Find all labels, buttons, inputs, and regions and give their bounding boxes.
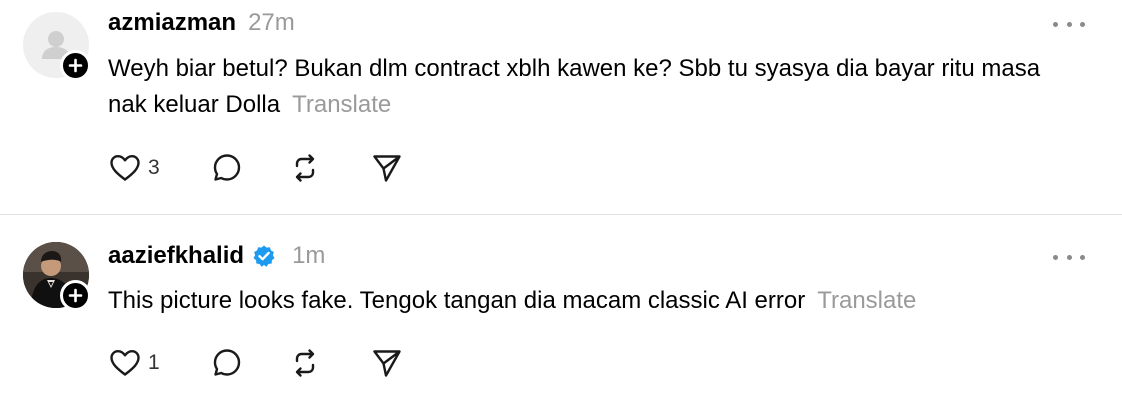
timestamp[interactable]: 1m bbox=[292, 242, 325, 270]
repost-button[interactable] bbox=[288, 346, 322, 380]
verified-badge-icon bbox=[252, 244, 276, 268]
heart-icon bbox=[110, 350, 140, 376]
thread-reply: azmiazman 27m Weyh biar betul? Bukan dlm… bbox=[0, 0, 1122, 214]
post-header: azmiazman 27m bbox=[108, 8, 295, 38]
dot bbox=[1080, 254, 1085, 260]
plus-icon bbox=[68, 58, 83, 73]
repost-button[interactable] bbox=[288, 151, 322, 185]
like-count: 1 bbox=[148, 351, 160, 374]
dot bbox=[1066, 254, 1072, 260]
follow-button[interactable] bbox=[60, 50, 91, 81]
follow-button[interactable] bbox=[60, 280, 91, 311]
like-count: 3 bbox=[148, 156, 160, 179]
share-button[interactable] bbox=[370, 346, 404, 380]
username[interactable]: azmiazman bbox=[108, 9, 236, 37]
reply-button[interactable] bbox=[210, 346, 244, 380]
more-options-button[interactable] bbox=[1053, 247, 1085, 267]
username[interactable]: aaziefkhalid bbox=[108, 242, 244, 270]
send-icon bbox=[373, 350, 401, 377]
dot bbox=[1080, 21, 1085, 27]
post-text: Weyh biar betul? Bukan dlm contract xblh… bbox=[108, 51, 1068, 123]
comment-icon bbox=[213, 154, 241, 181]
like-button[interactable]: 1 bbox=[108, 346, 160, 380]
reply-button[interactable] bbox=[210, 151, 244, 185]
post-body: Weyh biar betul? Bukan dlm contract xblh… bbox=[108, 55, 1041, 118]
like-button[interactable]: 3 bbox=[108, 151, 160, 185]
repost-icon bbox=[295, 349, 315, 377]
verified-icon bbox=[253, 245, 275, 267]
heart-icon bbox=[110, 155, 140, 181]
send-icon bbox=[373, 155, 401, 182]
more-options-button[interactable] bbox=[1053, 14, 1085, 34]
dot bbox=[1053, 21, 1058, 27]
post-header: aaziefkhalid 1m bbox=[108, 241, 325, 271]
dot bbox=[1053, 254, 1058, 260]
translate-link[interactable]: Translate bbox=[817, 287, 916, 314]
share-button[interactable] bbox=[370, 151, 404, 185]
dot bbox=[1066, 21, 1072, 27]
post-body: This picture looks fake. Tengok tangan d… bbox=[108, 287, 806, 314]
repost-icon bbox=[295, 154, 315, 182]
plus-icon bbox=[68, 288, 83, 303]
translate-link[interactable]: Translate bbox=[292, 91, 391, 118]
thread-reply: aaziefkhalid 1m This picture looks fake.… bbox=[0, 215, 1122, 404]
timestamp[interactable]: 27m bbox=[248, 9, 295, 37]
post-text: This picture looks fake. Tengok tangan d… bbox=[108, 283, 1068, 319]
comment-icon bbox=[213, 349, 241, 376]
